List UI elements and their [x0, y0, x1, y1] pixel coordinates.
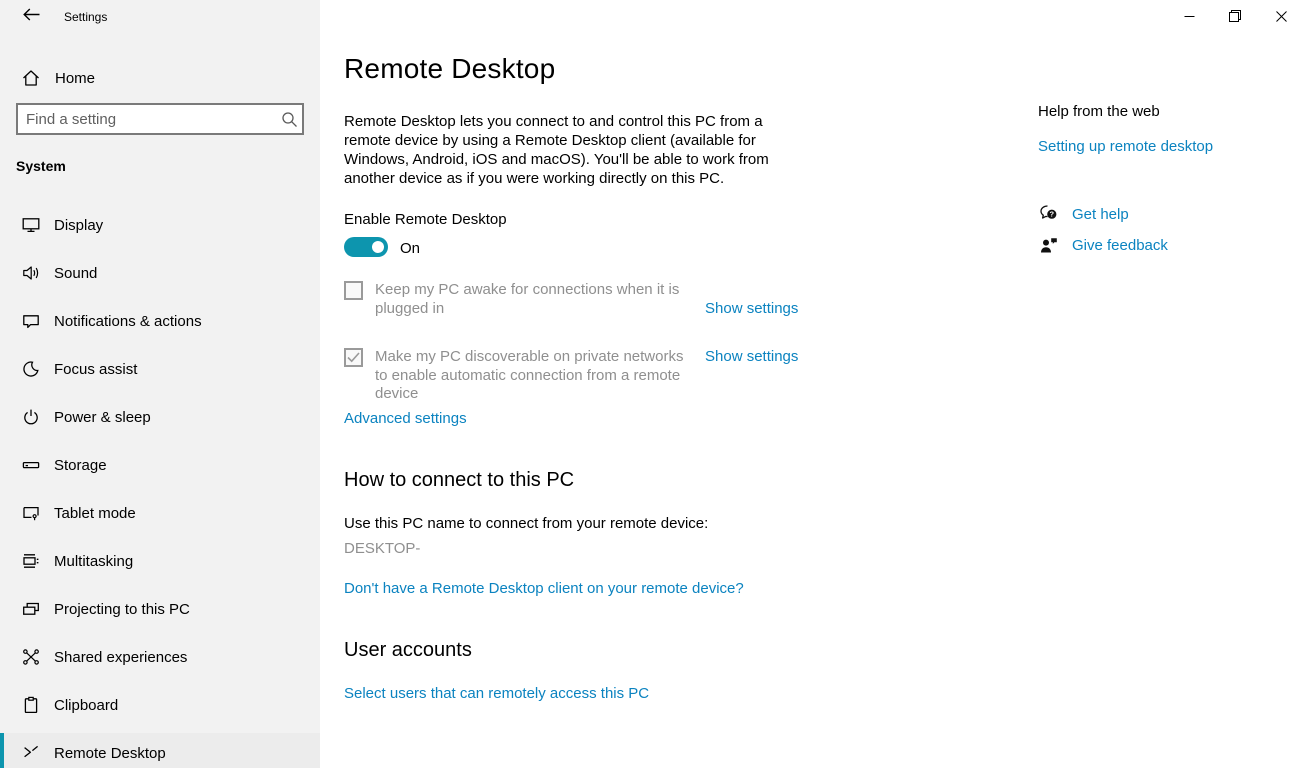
sidebar-item-clipboard[interactable]: Clipboard — [0, 685, 320, 725]
sidebar-item-multitasking[interactable]: Multitasking — [0, 541, 320, 581]
pc-name-value: DESKTOP- — [344, 540, 420, 557]
shared-experiences-icon — [21, 647, 41, 667]
keep-awake-checkbox[interactable] — [344, 281, 363, 300]
clipboard-icon — [21, 695, 41, 715]
home-icon — [21, 68, 41, 88]
page-title: Remote Desktop — [344, 53, 555, 85]
sidebar-item-label: Shared experiences — [54, 649, 187, 666]
select-users-link[interactable]: Select users that can remotely access th… — [344, 685, 649, 702]
toggle-knob — [372, 241, 384, 253]
remote-desktop-client-link[interactable]: Don't have a Remote Desktop client on yo… — [344, 580, 744, 597]
sidebar-item-label: Notifications & actions — [54, 313, 202, 330]
app-title: Settings — [64, 10, 107, 24]
sidebar-item-label: Multitasking — [54, 553, 133, 570]
sidebar-item-power-sleep[interactable]: Power & sleep — [0, 397, 320, 437]
settings-window: Settings Home System Display — [0, 0, 1304, 768]
get-help-link[interactable]: Get help — [1072, 206, 1129, 223]
back-arrow-icon — [23, 8, 40, 26]
window-controls — [1166, 0, 1304, 32]
sidebar-item-label: Remote Desktop — [54, 745, 166, 762]
sidebar-item-label: Sound — [54, 265, 97, 282]
user-accounts-heading: User accounts — [344, 639, 472, 662]
close-icon — [1276, 11, 1287, 22]
search-input[interactable] — [18, 111, 276, 128]
sidebar-item-focus-assist[interactable]: Focus assist — [0, 349, 320, 389]
sidebar-item-label: Power & sleep — [54, 409, 151, 426]
sound-icon — [21, 263, 41, 283]
sidebar-item-label: Storage — [54, 457, 107, 474]
discoverable-row: Make my PC discoverable on private netwo… — [344, 348, 697, 404]
focus-assist-icon — [21, 359, 41, 379]
power-icon — [21, 407, 41, 427]
keep-awake-row: Keep my PC awake for connections when it… — [344, 281, 697, 318]
get-help-row[interactable]: ? Get help — [1038, 203, 1129, 225]
get-help-icon: ? — [1038, 203, 1060, 225]
back-button[interactable] — [8, 0, 54, 34]
sidebar-item-display[interactable]: Display — [0, 205, 320, 245]
tablet-mode-icon — [21, 503, 41, 523]
sidebar-section-header: System — [16, 158, 66, 174]
notifications-icon — [21, 311, 41, 331]
connect-section-heading: How to connect to this PC — [344, 469, 574, 492]
multitasking-icon — [21, 551, 41, 571]
sidebar-item-projecting[interactable]: Projecting to this PC — [0, 589, 320, 629]
enable-remote-desktop-label: Enable Remote Desktop — [344, 211, 507, 228]
sidebar-item-remote-desktop[interactable]: Remote Desktop — [0, 733, 320, 768]
discoverable-label: Make my PC discoverable on private netwo… — [375, 348, 697, 404]
display-icon — [21, 215, 41, 235]
enable-remote-desktop-toggle[interactable] — [344, 237, 388, 257]
projecting-icon — [21, 599, 41, 619]
sidebar-nav-list: Display Sound Notifications & actions Fo… — [0, 205, 320, 768]
sidebar-item-shared-experiences[interactable]: Shared experiences — [0, 637, 320, 677]
remote-desktop-icon — [21, 743, 41, 763]
sidebar-item-sound[interactable]: Sound — [0, 253, 320, 293]
sidebar-item-label: Tablet mode — [54, 505, 136, 522]
restore-icon — [1229, 10, 1241, 22]
restore-button[interactable] — [1212, 0, 1258, 32]
sidebar-item-storage[interactable]: Storage — [0, 445, 320, 485]
give-feedback-row[interactable]: Give feedback — [1038, 234, 1168, 256]
minimize-button[interactable] — [1166, 0, 1212, 32]
checkmark-icon — [347, 352, 360, 363]
page-description: Remote Desktop lets you connect to and c… — [344, 112, 796, 188]
sidebar-item-label: Display — [54, 217, 103, 234]
minimize-icon — [1184, 11, 1195, 22]
give-feedback-link[interactable]: Give feedback — [1072, 237, 1168, 254]
sidebar-item-notifications[interactable]: Notifications & actions — [0, 301, 320, 341]
discoverable-checkbox[interactable] — [344, 348, 363, 367]
keep-awake-label: Keep my PC awake for connections when it… — [375, 281, 697, 318]
sidebar-item-home[interactable]: Home — [0, 58, 320, 98]
sidebar-item-label: Home — [55, 70, 95, 87]
search-icon[interactable] — [276, 111, 302, 128]
toggle-state-label: On — [400, 240, 420, 257]
search-box — [16, 103, 304, 135]
svg-text:?: ? — [1050, 210, 1055, 219]
sidebar-item-label: Clipboard — [54, 697, 118, 714]
help-from-web-heading: Help from the web — [1038, 103, 1160, 120]
discoverable-show-settings-link[interactable]: Show settings — [705, 348, 798, 365]
advanced-settings-link[interactable]: Advanced settings — [344, 410, 467, 427]
sidebar-item-label: Projecting to this PC — [54, 601, 190, 618]
sidebar-item-tablet-mode[interactable]: Tablet mode — [0, 493, 320, 533]
close-button[interactable] — [1258, 0, 1304, 32]
sidebar-item-label: Focus assist — [54, 361, 137, 378]
setting-up-remote-desktop-link[interactable]: Setting up remote desktop — [1038, 138, 1213, 155]
give-feedback-icon — [1038, 234, 1060, 256]
sidebar: Settings Home System Display — [0, 0, 320, 768]
storage-icon — [21, 455, 41, 475]
keep-awake-show-settings-link[interactable]: Show settings — [705, 300, 798, 317]
pc-name-instruction: Use this PC name to connect from your re… — [344, 515, 708, 532]
